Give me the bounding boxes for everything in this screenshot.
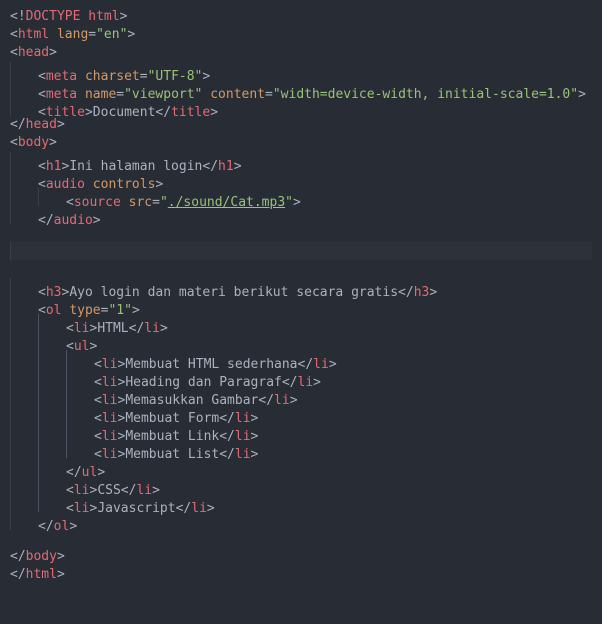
code-line[interactable]: <ul>: [10, 332, 592, 350]
code-line[interactable]: <source src="./sound/Cat.mp3">: [10, 188, 592, 206]
code-line[interactable]: [10, 260, 592, 278]
code-line[interactable]: [10, 530, 592, 548]
code-line[interactable]: </html>: [10, 566, 592, 584]
code-line[interactable]: <meta charset="UTF-8">: [10, 62, 592, 80]
code-line[interactable]: <title>Document</title>: [10, 98, 592, 116]
code-line[interactable]: <li>CSS</li>: [10, 476, 592, 494]
code-line[interactable]: [10, 224, 592, 242]
code-line[interactable]: <li>Membuat Link</li>: [10, 422, 592, 440]
code-editor[interactable]: <!DOCTYPE html> <html lang="en"> <head> …: [0, 0, 602, 592]
code-line[interactable]: <li>Memasukkan Gambar</li>: [10, 386, 592, 404]
code-line[interactable]: </ol>: [10, 512, 592, 530]
code-line[interactable]: </head>: [10, 116, 592, 134]
code-line[interactable]: <html lang="en">: [10, 26, 592, 44]
code-line[interactable]: <li>HTML</li>: [10, 314, 592, 332]
code-line[interactable]: </body>: [10, 548, 592, 566]
code-line[interactable]: <ol type="1">: [10, 296, 592, 314]
code-line[interactable]: </ul>: [10, 458, 592, 476]
code-line[interactable]: <h3>Ayo login dan materi berikut secara …: [10, 278, 592, 296]
code-line[interactable]: <head>: [10, 44, 592, 62]
code-line-cursor[interactable]: [10, 242, 592, 260]
code-line[interactable]: <h1>Ini halaman login</h1>: [10, 152, 592, 170]
code-line[interactable]: <meta name="viewport" content="width=dev…: [10, 80, 592, 98]
code-line[interactable]: </audio>: [10, 206, 592, 224]
code-line[interactable]: <li>Membuat Form</li>: [10, 404, 592, 422]
code-line[interactable]: <!DOCTYPE html>: [10, 8, 592, 26]
code-line[interactable]: <li>Heading dan Paragraf</li>: [10, 368, 592, 386]
code-line[interactable]: <li>Membuat HTML sederhana</li>: [10, 350, 592, 368]
code-line[interactable]: <li>Membuat List</li>: [10, 440, 592, 458]
code-line[interactable]: <body>: [10, 134, 592, 152]
code-line[interactable]: <li>Javascript</li>: [10, 494, 592, 512]
code-line[interactable]: <audio controls>: [10, 170, 592, 188]
